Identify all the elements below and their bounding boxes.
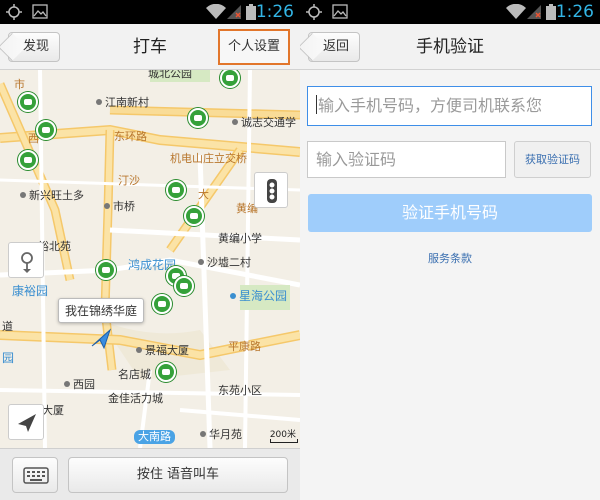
map-label: 大 [198, 188, 209, 201]
map-view[interactable]: 城北公园 江南新村 诚志交通学 东环路 机电山庄立交桥 新兴旺土多 汀沙 市桥 … [0, 70, 300, 448]
taxi-icon[interactable] [18, 92, 38, 112]
gps-icon [306, 4, 322, 20]
back-button[interactable]: 返回 [308, 32, 361, 62]
compass-button[interactable] [8, 242, 44, 278]
hold-to-talk-button[interactable]: 按住 语音叫车 [68, 457, 288, 493]
bottom-bar: 按住 语音叫车 [0, 448, 300, 500]
taxi-icon[interactable] [188, 108, 208, 128]
map-label: 市 [14, 78, 25, 91]
traffic-icon [267, 179, 277, 203]
no-signal-icon [227, 5, 241, 19]
map-label: 黄编小学 [218, 232, 262, 245]
map-label: 东苑小区 [218, 384, 262, 397]
status-time: 1:26 [555, 2, 594, 22]
taxi-icon[interactable] [184, 206, 204, 226]
keyboard-button[interactable] [12, 457, 58, 493]
phone-placeholder: 输入手机号码，方便司机联系您 [318, 96, 543, 115]
taxi-icon[interactable] [96, 260, 116, 280]
compass-icon [21, 252, 33, 273]
taxi-icon[interactable] [18, 150, 38, 170]
wifi-icon [506, 4, 526, 19]
map-label: 园 [2, 351, 15, 365]
map-scale: 200米 [269, 427, 299, 443]
back-label: 返回 [323, 39, 350, 54]
map-label: 金佳活力城 [108, 392, 163, 405]
nav-bar: 返回 手机验证 [300, 24, 600, 70]
map-label: 城北公园 [148, 70, 192, 80]
map-label: 华月苑 [200, 428, 242, 441]
taxi-icon[interactable] [174, 276, 194, 296]
map-label: 康裕园 [12, 284, 49, 298]
map-label: 大南路 [134, 430, 175, 444]
map-label: 西园 [64, 378, 95, 391]
image-icon [332, 4, 348, 19]
gps-icon [6, 4, 22, 20]
traffic-toggle[interactable] [254, 172, 288, 208]
keyboard-icon [23, 467, 49, 484]
location-tip: 我在锦绣华庭 [58, 298, 145, 323]
taxi-icon[interactable] [152, 294, 172, 314]
phone-number-input[interactable]: 输入手机号码，方便司机联系您 [307, 86, 592, 126]
battery-icon [246, 4, 256, 20]
back-button-discover[interactable]: 发现 [8, 32, 61, 62]
map-label: 市桥 [104, 200, 135, 213]
map-label: 江南新村 [96, 96, 149, 109]
current-location-arrow [91, 328, 112, 350]
wifi-icon [206, 4, 226, 19]
no-signal-icon [527, 5, 541, 19]
status-time: 1:26 [255, 2, 294, 22]
map-label: 道 [2, 320, 13, 333]
map-label: 大厦 [42, 404, 64, 417]
terms-of-service-link[interactable]: 服务条款 [300, 250, 600, 266]
map-label: 景福大厦 [136, 344, 189, 357]
map-label: 沙墟二村 [198, 256, 251, 269]
taxi-icon[interactable] [36, 120, 56, 140]
taxi-icon[interactable] [156, 362, 176, 382]
status-bar: 1:26 [300, 0, 600, 24]
map-label: 平康路 [228, 340, 261, 353]
nav-bar: 发现 打车 个人设置 [0, 24, 300, 70]
back-label: 发现 [23, 39, 50, 54]
text-caret [316, 95, 317, 114]
map-label: 新兴旺土多 [20, 189, 84, 202]
taxi-icon[interactable] [166, 180, 186, 200]
verification-code-input[interactable]: 输入验证码 [307, 141, 506, 178]
map-label: 汀沙 [118, 174, 140, 187]
map-label: 名店城 [118, 368, 151, 381]
map-label: 星海公园 [230, 290, 287, 303]
map-label: 机电山庄立交桥 [170, 152, 247, 165]
locate-button[interactable] [8, 404, 44, 440]
image-icon [32, 4, 48, 19]
personal-settings-button[interactable]: 个人设置 [218, 29, 290, 65]
get-code-button[interactable]: 获取验证码 [514, 141, 591, 178]
locate-icon [18, 414, 36, 432]
status-bar: 1:26 [0, 0, 300, 24]
map-label: 东环路 [114, 130, 147, 143]
map-label: 诚志交通学 [232, 116, 296, 129]
battery-icon [546, 4, 556, 20]
taxi-screen: 1:26 发现 打车 个人设置 城北公园 江南新村 诚志交通学 东环路 机电山庄… [0, 0, 300, 500]
verify-phone-button[interactable]: 验证手机号码 [308, 194, 592, 232]
